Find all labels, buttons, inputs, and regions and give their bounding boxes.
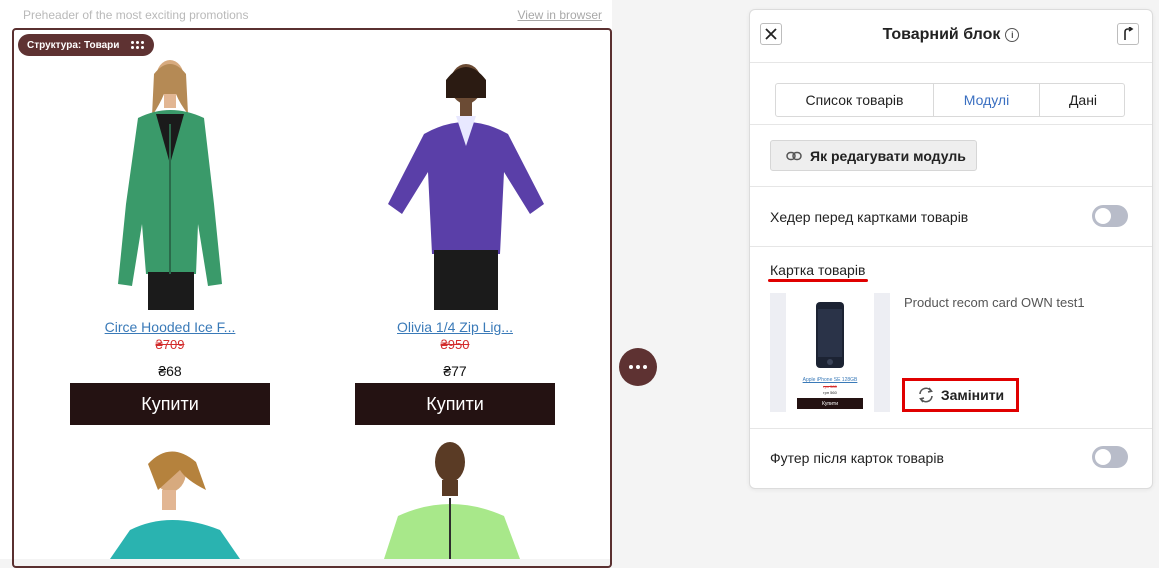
tab-data[interactable]: Дані — [1040, 84, 1126, 116]
product-image-1[interactable] — [90, 54, 260, 310]
link-icon — [786, 151, 802, 160]
panel-header: Товарний блок i — [750, 10, 1152, 63]
divider — [750, 186, 1152, 187]
card-template-name: Product recom card OWN test1 — [904, 295, 1085, 310]
expand-button[interactable] — [1117, 23, 1139, 45]
product-image-2[interactable] — [380, 54, 550, 310]
card-thumbnail-preview: Apple iPhone SE 128GB грн 580 грн 560 Ку… — [786, 293, 874, 412]
card-thumbnail[interactable]: Apple iPhone SE 128GB грн 580 грн 560 Ку… — [770, 293, 890, 412]
product-block-panel: Товарний блок i Список товарів Модулі Дан… — [749, 9, 1153, 489]
thumbnail-price: грн 560 — [823, 390, 837, 395]
how-to-edit-module-button[interactable]: Як редагувати модуль — [770, 140, 977, 171]
structure-badge[interactable]: Структура: Товари — [18, 34, 155, 56]
replace-card-button[interactable]: Замінити — [902, 378, 1019, 412]
refresh-icon — [918, 387, 933, 403]
product-old-price: ₴709 — [155, 337, 185, 352]
highlight-underline — [768, 279, 868, 282]
product-title[interactable]: Olivia 1/4 Zip Lig... — [355, 319, 555, 337]
product-image-3[interactable] — [110, 440, 280, 559]
panel-title-text: Товарний блок — [882, 26, 1001, 43]
product-price: ₴68 — [158, 363, 182, 379]
header-toggle[interactable] — [1092, 205, 1128, 227]
divider — [750, 428, 1152, 429]
divider — [750, 246, 1152, 247]
divider — [750, 124, 1152, 125]
preheader-text: Preheader of the most exciting promotion… — [23, 8, 249, 22]
thumbnail-old-price: грн 580 — [823, 384, 837, 389]
drag-handle-icon[interactable] — [131, 41, 145, 49]
footer-toggle-label: Футер після карток товарів — [770, 450, 944, 466]
how-to-edit-label: Як редагувати модуль — [810, 147, 966, 164]
tab-modules[interactable]: Модулі — [934, 84, 1040, 116]
product-image-4[interactable] — [380, 436, 550, 559]
product-title[interactable]: Circe Hooded Ice F... — [70, 319, 270, 337]
view-in-browser-link[interactable]: View in browser — [518, 8, 602, 22]
product-price: ₴77 — [443, 363, 467, 379]
product-old-price: ₴950 — [440, 337, 470, 352]
expand-arrow-icon — [1124, 27, 1134, 40]
card-section-label: Картка товарів — [770, 262, 866, 278]
buy-button[interactable]: Купити — [70, 383, 270, 425]
product-card-1: Circe Hooded Ice F... ₴709 ₴68 Купити — [70, 313, 270, 425]
panel-tabs: Список товарів Модулі Дані — [775, 83, 1125, 117]
info-icon[interactable]: i — [1005, 27, 1020, 42]
more-options-button[interactable] — [619, 348, 657, 386]
panel-title: Товарний блок i — [750, 26, 1152, 44]
buy-button[interactable]: Купити — [355, 383, 555, 425]
replace-label: Замінити — [940, 387, 1005, 403]
header-toggle-label: Хедер перед картками товарів — [770, 209, 969, 225]
thumbnail-buy-button: Купити — [797, 398, 863, 409]
product-card-2: Olivia 1/4 Zip Lig... ₴950 ₴77 Купити — [355, 313, 555, 425]
thumbnail-link: Apple iPhone SE 128GB — [802, 377, 858, 383]
footer-toggle[interactable] — [1092, 446, 1128, 468]
phone-image — [816, 302, 844, 368]
structure-badge-label: Структура: Товари — [27, 39, 120, 51]
tab-products-list[interactable]: Список товарів — [776, 84, 934, 116]
